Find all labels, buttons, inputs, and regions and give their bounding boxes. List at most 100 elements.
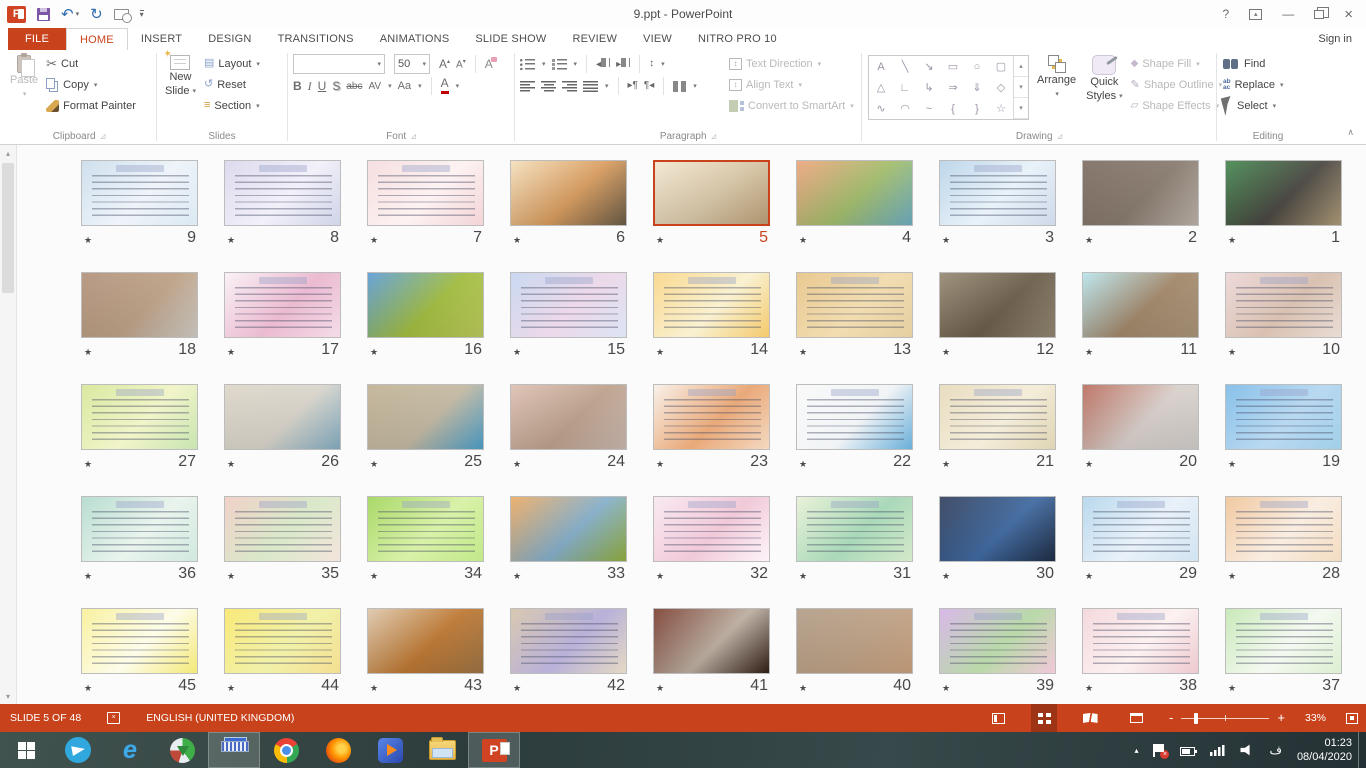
slide-thumbnail-30[interactable] xyxy=(939,496,1056,562)
slide-thumbnail-20[interactable] xyxy=(1082,384,1199,450)
new-slide-button[interactable]: New Slide▾ xyxy=(160,53,201,100)
taskbar-chrome[interactable] xyxy=(260,732,312,768)
italic-button[interactable]: I xyxy=(308,79,312,94)
slide-thumbnail-40[interactable] xyxy=(796,608,913,674)
shape-gallery-item-9[interactable]: ⇒ xyxy=(941,77,965,98)
tab-home[interactable]: HOME xyxy=(66,28,128,50)
start-slideshow-icon[interactable] xyxy=(114,9,129,20)
gallery-more-icon[interactable]: ▾ xyxy=(1014,98,1028,119)
change-case-button[interactable]: Aa xyxy=(398,80,411,92)
minimize-button[interactable]: — xyxy=(1282,8,1294,20)
restore-button[interactable] xyxy=(1314,10,1324,19)
slide-thumbnail-21[interactable] xyxy=(939,384,1056,450)
slide-thumbnail-29[interactable] xyxy=(1082,496,1199,562)
shape-gallery-item-6[interactable]: △ xyxy=(869,77,893,98)
shape-gallery-item-1[interactable]: ╲ xyxy=(893,56,917,77)
reset-button[interactable]: ↺Reset xyxy=(201,74,263,95)
shape-gallery-item-14[interactable]: ~ xyxy=(917,98,941,119)
numbering-icon[interactable] xyxy=(552,59,567,70)
tab-design[interactable]: DESIGN xyxy=(195,28,264,50)
reading-view-button[interactable] xyxy=(1077,704,1103,732)
spell-check-icon[interactable]: × xyxy=(107,712,120,724)
taskbar-telegram[interactable] xyxy=(52,732,104,768)
font-color-button[interactable]: A xyxy=(441,78,449,94)
slide-thumbnail-38[interactable] xyxy=(1082,608,1199,674)
gallery-scroll-up-icon[interactable]: ▴ xyxy=(1014,56,1028,77)
bold-button[interactable]: B xyxy=(293,79,302,93)
slide-thumbnail-5[interactable] xyxy=(653,160,770,226)
slide-thumbnail-39[interactable] xyxy=(939,608,1056,674)
fit-to-window-icon[interactable] xyxy=(1346,713,1358,724)
slide-thumbnail-26[interactable] xyxy=(224,384,341,450)
slide-thumbnail-27[interactable] xyxy=(81,384,198,450)
shape-gallery-item-7[interactable]: ∟ xyxy=(893,77,917,98)
slide-thumbnail-1[interactable] xyxy=(1225,160,1342,226)
justify-icon[interactable] xyxy=(583,81,598,92)
zoom-slider[interactable] xyxy=(1181,718,1269,719)
taskbar-powerpoint[interactable]: P xyxy=(468,732,520,768)
ribbon-display-options-button[interactable]: ▴ xyxy=(1249,9,1262,20)
quick-styles-button[interactable]: Quick Styles▾ xyxy=(1081,53,1127,105)
shape-gallery-item-17[interactable]: ☆ xyxy=(989,98,1013,119)
taskbar-clock[interactable]: 01:23 08/04/2020 xyxy=(1297,736,1352,764)
tab-nitro-pro-10[interactable]: NITRO PRO 10 xyxy=(685,28,790,50)
shape-effects-button[interactable]: ▱Shape Effects▾ xyxy=(1128,95,1225,116)
slide-thumbnail-34[interactable] xyxy=(367,496,484,562)
zoom-slider-thumb[interactable] xyxy=(1194,713,1198,724)
clear-formatting-icon[interactable]: A xyxy=(485,57,493,71)
right-to-left-icon[interactable]: ¶◂ xyxy=(644,81,654,91)
tab-animations[interactable]: ANIMATIONS xyxy=(367,28,463,50)
shape-gallery-item-2[interactable]: ↘ xyxy=(917,56,941,77)
slide-thumbnail-42[interactable] xyxy=(510,608,627,674)
undo-dropdown-icon[interactable]: ▾ xyxy=(76,10,80,18)
tab-file[interactable]: FILE xyxy=(8,28,66,50)
decrease-indent-icon[interactable]: ◂ xyxy=(596,58,610,70)
character-spacing-button[interactable]: AV xyxy=(368,81,381,92)
slide-thumbnail-14[interactable] xyxy=(653,272,770,338)
slide-thumbnail-24[interactable] xyxy=(510,384,627,450)
scroll-up-icon[interactable]: ▴ xyxy=(0,145,16,161)
undo-button[interactable]: ↶▾ xyxy=(61,8,79,21)
collapse-ribbon-icon[interactable]: ∧ xyxy=(1347,127,1354,138)
slide-thumbnail-43[interactable] xyxy=(367,608,484,674)
slide-thumbnail-17[interactable] xyxy=(224,272,341,338)
zoom-out-button[interactable]: - xyxy=(1169,713,1173,723)
text-shadow-button[interactable]: S xyxy=(332,79,340,93)
format-painter-button[interactable]: Format Painter xyxy=(43,95,139,116)
sign-in-link[interactable]: Sign in xyxy=(1318,28,1366,50)
customize-qat-icon[interactable]: ▾ xyxy=(140,10,144,18)
cut-button[interactable]: ✂Cut xyxy=(43,53,139,74)
slideshow-view-button[interactable] xyxy=(1123,704,1149,732)
shape-gallery-item-13[interactable]: ◠ xyxy=(893,98,917,119)
zoom-percentage[interactable]: 33% xyxy=(1305,712,1326,724)
paragraph-dialog-launcher-icon[interactable]: ◿ xyxy=(712,133,717,140)
align-left-icon[interactable] xyxy=(520,81,535,92)
taskbar-firefox[interactable] xyxy=(312,732,364,768)
slide-sorter-view-button[interactable] xyxy=(1031,704,1057,732)
shape-gallery-item-4[interactable]: ○ xyxy=(965,56,989,77)
text-direction-button[interactable]: ↕Text Direction▾ xyxy=(726,53,857,74)
slide-thumbnail-44[interactable] xyxy=(224,608,341,674)
slide-thumbnail-9[interactable] xyxy=(81,160,198,226)
show-desktop-button[interactable] xyxy=(1358,732,1366,768)
shape-fill-button[interactable]: ◆Shape Fill▾ xyxy=(1128,53,1225,74)
slide-thumbnail-28[interactable] xyxy=(1225,496,1342,562)
zoom-in-button[interactable]: + xyxy=(1277,713,1285,723)
slide-thumbnail-13[interactable] xyxy=(796,272,913,338)
language-status[interactable]: ENGLISH (UNITED KINGDOM) xyxy=(146,712,294,724)
slide-thumbnail-8[interactable] xyxy=(224,160,341,226)
select-button[interactable]: Select▾ xyxy=(1220,95,1286,116)
normal-view-button[interactable] xyxy=(985,704,1011,732)
increase-indent-icon[interactable]: ▸ xyxy=(616,58,630,70)
left-to-right-icon[interactable]: ▸¶ xyxy=(628,81,638,91)
shape-gallery-item-11[interactable]: ◇ xyxy=(989,77,1013,98)
slide-thumbnail-2[interactable] xyxy=(1082,160,1199,226)
slide-thumbnail-6[interactable] xyxy=(510,160,627,226)
paste-button[interactable]: Paste ▾ xyxy=(5,53,43,103)
gallery-scroll-down-icon[interactable]: ▾ xyxy=(1014,77,1028,98)
drawing-dialog-launcher-icon[interactable]: ◿ xyxy=(1058,133,1063,140)
slide-thumbnail-11[interactable] xyxy=(1082,272,1199,338)
shape-gallery-item-0[interactable]: A xyxy=(869,56,893,77)
slide-thumbnail-23[interactable] xyxy=(653,384,770,450)
action-center-flag-icon[interactable]: × xyxy=(1153,744,1165,757)
